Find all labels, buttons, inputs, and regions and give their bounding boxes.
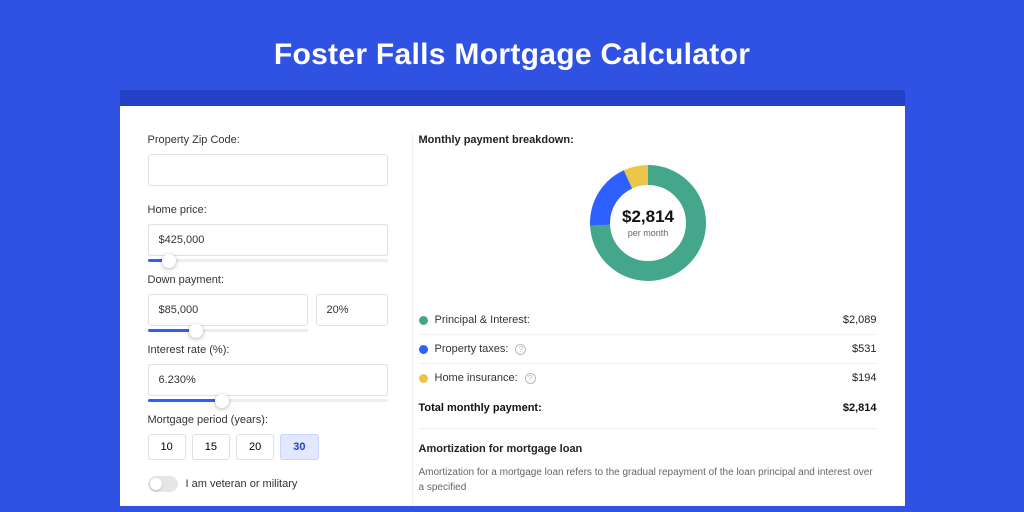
veteran-label: I am veteran or military xyxy=(186,478,298,490)
down-amount-input[interactable] xyxy=(148,294,308,326)
price-label: Home price: xyxy=(148,204,388,216)
period-label: Mortgage period (years): xyxy=(148,414,388,426)
price-slider[interactable] xyxy=(148,259,388,262)
legend-label: Principal & Interest: xyxy=(435,314,530,326)
amort-body: Amortization for a mortgage loan refers … xyxy=(419,465,877,495)
page-title: Foster Falls Mortgage Calculator xyxy=(0,38,1024,72)
zip-input[interactable] xyxy=(148,154,388,186)
veteran-toggle[interactable] xyxy=(148,476,178,492)
legend-row-taxes: Property taxes: ? $531 xyxy=(419,335,877,364)
period-pill-20[interactable]: 20 xyxy=(236,434,274,460)
breakdown-panel: Monthly payment breakdown: $2,814 per mo… xyxy=(412,134,877,506)
page-header: Foster Falls Mortgage Calculator xyxy=(0,0,1024,90)
help-icon[interactable]: ? xyxy=(525,373,536,384)
down-percent-input[interactable] xyxy=(316,294,388,326)
donut-center-value: $2,814 xyxy=(622,207,675,226)
total-label: Total monthly payment: xyxy=(419,402,542,414)
price-field: Home price: xyxy=(148,204,388,256)
legend-value: $531 xyxy=(852,343,876,355)
amortization-section: Amortization for mortgage loan Amortizat… xyxy=(419,428,877,495)
zip-field: Property Zip Code: xyxy=(148,134,388,186)
donut-chart: $2,814 per month xyxy=(419,158,877,288)
input-panel: Property Zip Code: Home price: Down paym… xyxy=(148,134,388,506)
header-accent-bar xyxy=(120,90,905,106)
period-pill-30[interactable]: 30 xyxy=(280,434,318,460)
rate-slider[interactable] xyxy=(148,399,388,402)
veteran-row: I am veteran or military xyxy=(148,476,388,492)
zip-label: Property Zip Code: xyxy=(148,134,388,146)
calculator-card: Property Zip Code: Home price: Down paym… xyxy=(120,106,905,506)
period-pill-10[interactable]: 10 xyxy=(148,434,186,460)
legend-value: $2,089 xyxy=(843,314,877,326)
total-row: Total monthly payment: $2,814 xyxy=(419,392,877,428)
period-field: Mortgage period (years): 10 15 20 30 xyxy=(148,414,388,460)
total-value: $2,814 xyxy=(843,402,877,414)
dot-icon xyxy=(419,345,428,354)
legend-value: $194 xyxy=(852,372,876,384)
legend-label: Home insurance: xyxy=(435,372,518,384)
donut-center-sub: per month xyxy=(627,228,668,238)
rate-label: Interest rate (%): xyxy=(148,344,388,356)
help-icon[interactable]: ? xyxy=(515,344,526,355)
legend-row-principal: Principal & Interest: $2,089 xyxy=(419,306,877,335)
legend: Principal & Interest: $2,089 Property ta… xyxy=(419,306,877,392)
down-field: Down payment: xyxy=(148,274,388,326)
rate-input[interactable] xyxy=(148,364,388,396)
dot-icon xyxy=(419,374,428,383)
down-label: Down payment: xyxy=(148,274,388,286)
breakdown-title: Monthly payment breakdown: xyxy=(419,134,877,146)
legend-row-insurance: Home insurance: ? $194 xyxy=(419,364,877,392)
price-input[interactable] xyxy=(148,224,388,256)
rate-field: Interest rate (%): xyxy=(148,344,388,396)
legend-label: Property taxes: xyxy=(435,343,509,355)
period-options: 10 15 20 30 xyxy=(148,434,388,460)
down-slider[interactable] xyxy=(148,329,308,332)
dot-icon xyxy=(419,316,428,325)
amort-title: Amortization for mortgage loan xyxy=(419,443,877,455)
period-pill-15[interactable]: 15 xyxy=(192,434,230,460)
